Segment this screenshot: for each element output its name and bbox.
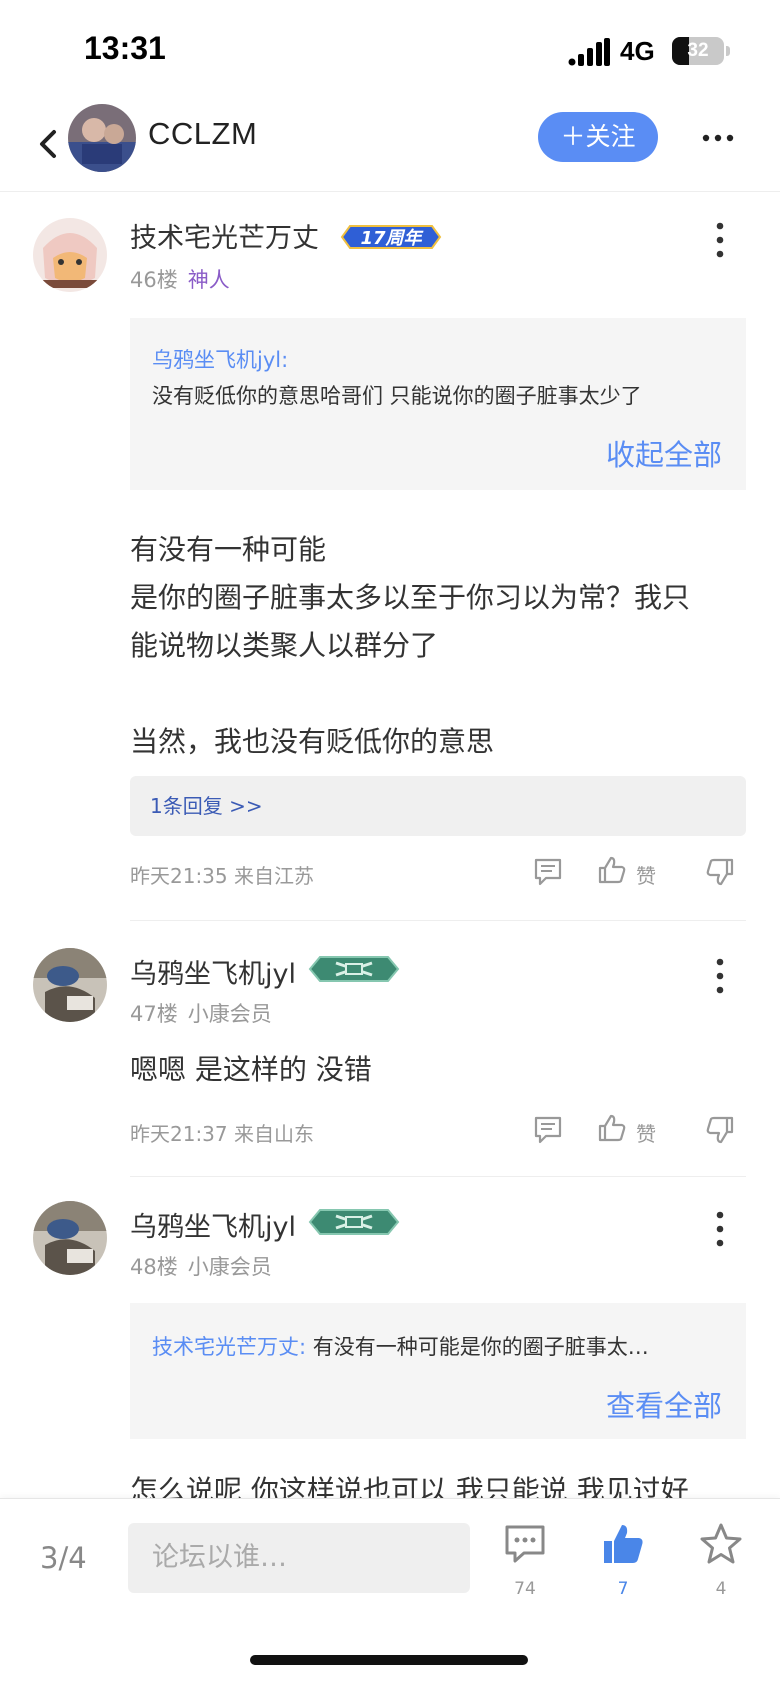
home-indicator [250,1655,528,1665]
member-badge [308,956,400,982]
more-options-icon[interactable] [708,220,732,260]
network-type: 4G [620,36,655,66]
battery-text: 32 [687,40,709,61]
post-48: 乌鸦坐飞机jyl 48楼 小康会员 技术宅光芒万丈: 有没有一种可能是你的圈子脏事… [0,1177,780,1507]
status-time: 13:31 [84,30,166,66]
dislike-icon[interactable] [704,856,736,888]
reply-input[interactable]: 论坛以谁… [128,1523,470,1593]
content-line: 当然，我也没有贬低你的意思 [130,725,495,758]
quoted-reply: 技术宅光芒万丈: 有没有一种可能是你的圈子脏事太… 查看全部 [130,1303,746,1439]
post-meta: 昨天21:35 来自江苏 [130,864,314,888]
post-meta: 昨天21:37 来自山东 [130,1122,314,1146]
avatar[interactable] [33,218,107,292]
collapse-link[interactable]: 收起全部 [606,432,722,474]
user-title: 小康会员 [187,1255,272,1279]
avatar[interactable] [33,1201,107,1275]
username[interactable]: 乌鸦坐飞机jyl [130,952,296,991]
signal-icon [568,38,610,66]
comment-icon[interactable] [502,1521,548,1567]
more-options-icon[interactable] [708,1209,732,1249]
like-label[interactable]: 赞 [636,860,656,889]
quote-author[interactable]: 乌鸦坐飞机jyl: [152,344,288,374]
user-title: 小康会员 [187,1002,272,1026]
page-indicator[interactable]: 3/4 [40,1541,87,1575]
more-options-icon[interactable] [708,956,732,996]
floor-number: 48楼 [130,1255,178,1279]
view-replies-button[interactable]: 1条回复 >> [130,776,746,836]
comment-count: 74 [514,1579,536,1599]
comment-icon[interactable] [532,856,564,888]
content-line: 嗯嗯 是这样的 没错 [130,1053,372,1086]
battery-icon: 32 [672,37,724,65]
like-icon[interactable] [596,854,628,886]
anniversary-badge: 17周年 [340,225,442,249]
quoted-reply: 乌鸦坐飞机jyl: 没有贬低你的意思哈哥们 只能说你的圈子脏事太少了 收起全部 [130,318,746,490]
status-bar: 13:31 4G 32 [0,0,780,100]
post-content: 有没有一种可能 是你的圈子脏事太多以至于你习以为常？我只 能说物以类聚人以群分了… [130,526,746,766]
floor-info: 47楼 小康会员 [130,998,272,1028]
like-count: 7 [617,1579,629,1599]
post-content: 嗯嗯 是这样的 没错 [130,1046,746,1094]
username[interactable]: 技术宅光芒万丈 [130,216,319,255]
quote-text: 有没有一种可能是你的圈子脏事太… [306,1335,649,1359]
battery-cap [726,46,730,56]
view-all-link[interactable]: 查看全部 [606,1383,722,1425]
post-46: 技术宅光芒万丈 17周年 46楼 神人 乌鸦坐飞机jyl: 没有贬低你的意思哈哥们… [0,192,780,922]
follow-button[interactable]: ＋关注 [538,112,658,162]
floor-number: 46楼 [130,268,178,292]
avatar[interactable] [33,948,107,1022]
user-title: 神人 [187,268,230,292]
post-47: 乌鸦坐飞机jyl 47楼 小康会员 嗯嗯 是这样的 没错 昨天21:37 来自山东… [0,922,780,1177]
divider [130,920,746,921]
badge-text: 17周年 [360,228,424,249]
star-icon[interactable] [698,1521,744,1567]
nav-bar: CCLZM ＋关注 [0,100,780,192]
quote-line: 技术宅光芒万丈: 有没有一种可能是你的圈子脏事太… [152,1331,649,1361]
page-title: CCLZM [148,116,258,151]
content-line: 有没有一种可能 [130,533,327,566]
like-icon[interactable] [600,1521,646,1567]
floor-info: 48楼 小康会员 [130,1251,272,1281]
content-line: 是你的圈子脏事太多以至于你习以为常？我只 [130,581,691,614]
content-line: 能说物以类聚人以群分了 [130,629,439,662]
like-icon[interactable] [596,1112,628,1144]
back-icon[interactable] [34,122,64,166]
quote-author[interactable]: 技术宅光芒万丈: [152,1335,306,1359]
comment-icon[interactable] [532,1114,564,1146]
floor-info: 46楼 神人 [130,264,230,294]
dislike-icon[interactable] [704,1114,736,1146]
star-count: 4 [715,1579,727,1599]
content-line [130,670,746,718]
username[interactable]: 乌鸦坐飞机jyl [130,1205,296,1244]
like-label[interactable]: 赞 [636,1118,656,1147]
member-badge [308,1209,400,1235]
avatar[interactable] [68,104,136,172]
floor-number: 47楼 [130,1002,178,1026]
more-icon[interactable] [700,124,736,152]
bottom-bar: 3/4 论坛以谁… 74 7 4 [0,1498,780,1688]
quote-text: 没有贬低你的意思哈哥们 只能说你的圈子脏事太少了 [152,384,642,408]
